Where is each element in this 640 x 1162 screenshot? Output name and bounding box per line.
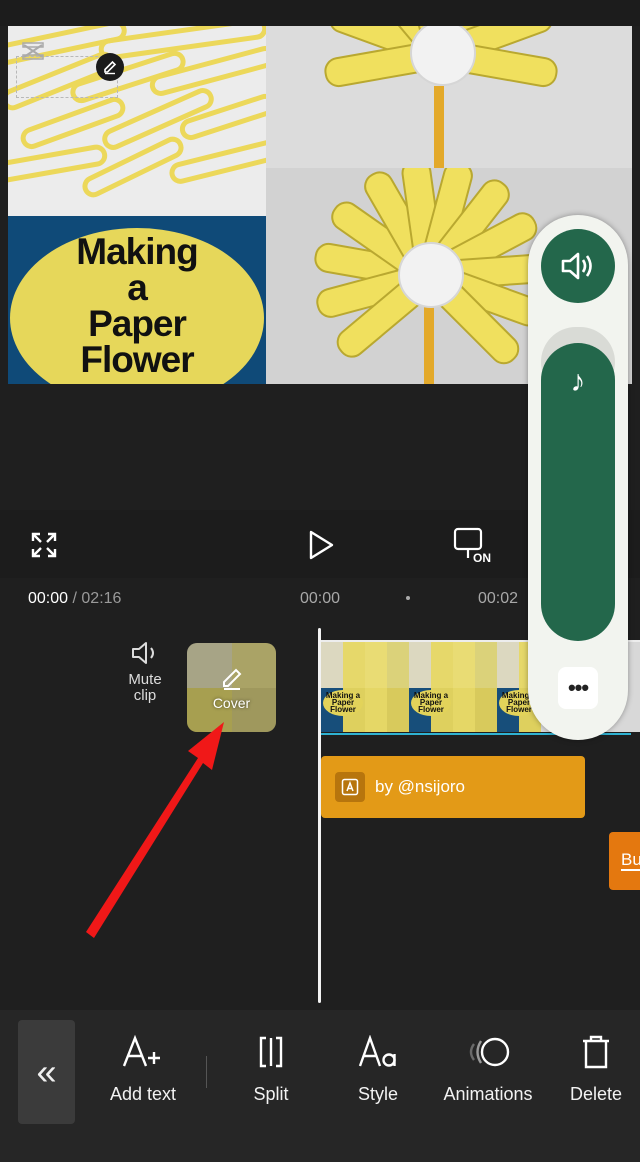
ruler-dot: [406, 596, 410, 600]
flower-image-top: [266, 26, 632, 168]
split-button[interactable]: Split: [240, 1032, 302, 1105]
trash-icon: [560, 1032, 632, 1072]
playhead[interactable]: [318, 628, 321, 1003]
bottom-toolbar: « Add text Split Style Animations Delete: [0, 1010, 640, 1162]
split-icon: [240, 1032, 302, 1072]
svg-text:ON: ON: [473, 551, 491, 564]
clip-thumbnail: [365, 642, 409, 732]
title-card-image: Making a Paper Flower: [8, 216, 266, 384]
speaker-icon: [112, 638, 178, 668]
ruler-tick-label: 00:00: [300, 590, 341, 607]
capcut-logo-icon: [20, 38, 46, 64]
fullscreen-icon[interactable]: [19, 520, 69, 570]
toolbar-divider: [206, 1056, 207, 1088]
add-text-icon: [100, 1032, 186, 1072]
next-text-track-clip[interactable]: Bu: [609, 832, 640, 890]
playback-time: 00:00 / 02:16: [28, 590, 122, 607]
delete-button[interactable]: Delete: [560, 1032, 632, 1105]
text-template-icon: [335, 772, 365, 802]
add-text-button[interactable]: Add text: [100, 1032, 186, 1105]
music-note-icon: ♪: [570, 365, 586, 398]
volume-panel: ♪ •••: [528, 215, 628, 740]
volume-slider[interactable]: ♪: [541, 343, 615, 641]
pencil-icon: [222, 668, 241, 690]
cover-button[interactable]: Cover: [187, 643, 276, 732]
more-options-icon[interactable]: •••: [558, 667, 598, 709]
animations-button[interactable]: Animations: [436, 1032, 540, 1105]
preview-mode-on-icon[interactable]: ON: [448, 520, 498, 570]
clip-thumbnail: Making a Paper Flower: [409, 642, 453, 732]
ruler-tick-label: 00:02: [478, 590, 519, 607]
style-icon: [347, 1032, 409, 1072]
play-icon[interactable]: [296, 520, 346, 570]
edit-pencil-icon[interactable]: [96, 53, 124, 81]
title-card-text: Making a Paper Flower: [76, 231, 198, 380]
mute-clip-button[interactable]: Mute clip: [112, 638, 178, 704]
text-track-clip[interactable]: by @nsijoro: [321, 756, 585, 818]
top-bar: [0, 0, 640, 26]
collapse-button[interactable]: «: [18, 1020, 75, 1124]
animations-icon: [436, 1032, 540, 1072]
cover-label: Cover: [212, 694, 251, 711]
volume-speaker-icon[interactable]: [541, 229, 615, 303]
style-button[interactable]: Style: [347, 1032, 409, 1105]
paper-strips-image: [8, 26, 266, 216]
clip-thumbnail: Making a Paper Flower: [321, 642, 365, 732]
clip-thumbnail: [453, 642, 497, 732]
